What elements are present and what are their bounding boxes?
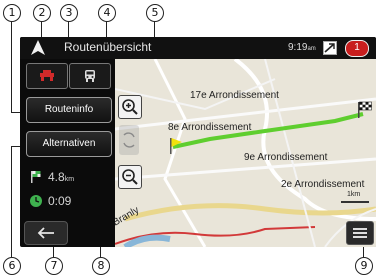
time-value: 0:09 bbox=[48, 194, 72, 208]
map-scale: 1km bbox=[341, 191, 371, 203]
tab-truck[interactable] bbox=[69, 63, 111, 89]
start-flag-icon bbox=[170, 138, 182, 154]
alternatives-button[interactable]: Alternativen bbox=[26, 131, 112, 157]
flag-icon bbox=[31, 171, 41, 183]
callout-8: 8 bbox=[92, 257, 110, 275]
callout-7: 7 bbox=[45, 257, 63, 275]
zoom-out-icon bbox=[122, 169, 138, 185]
map-rotate-handle[interactable] bbox=[119, 125, 139, 155]
car-icon bbox=[40, 70, 54, 81]
map-label-9e: 9e Arrondissement bbox=[244, 152, 328, 163]
callout-4: 4 bbox=[98, 4, 116, 22]
route-map[interactable]: 17e Arrondissement 8e Arrondissement 9e … bbox=[115, 59, 376, 247]
menu-button[interactable] bbox=[346, 221, 374, 245]
zoom-out-button[interactable] bbox=[118, 165, 142, 189]
map-scale-bar bbox=[341, 201, 369, 203]
clock: 9:19am bbox=[288, 42, 316, 53]
distance-value: 4.8km bbox=[48, 170, 74, 184]
clock-suffix: am bbox=[307, 46, 316, 52]
truck-icon bbox=[85, 70, 95, 82]
leader-line-6 bbox=[11, 146, 12, 257]
leader-line-1 bbox=[11, 21, 12, 113]
distance-unit: km bbox=[64, 176, 75, 183]
signal-status-icon bbox=[323, 41, 337, 55]
clock-time: 9:19 bbox=[288, 42, 308, 53]
callout-3: 3 bbox=[60, 4, 78, 22]
screen-title: Routenübersicht bbox=[64, 40, 152, 54]
top-bar: Routenübersicht 9:19am 1 bbox=[20, 37, 376, 59]
distance-number: 4.8 bbox=[48, 170, 65, 184]
menu-icon bbox=[353, 228, 367, 238]
destination-flag-icon bbox=[358, 101, 372, 118]
rotate-icon bbox=[123, 132, 135, 148]
back-button[interactable] bbox=[24, 221, 68, 245]
route-info-button[interactable]: Routeninfo bbox=[26, 97, 112, 123]
back-arrow-icon bbox=[37, 227, 54, 239]
notification-badge[interactable]: 1 bbox=[345, 40, 369, 57]
map-label-8e: 8e Arrondissement bbox=[168, 122, 252, 133]
zoom-in-button[interactable] bbox=[118, 95, 142, 119]
callout-1: 1 bbox=[3, 4, 21, 22]
map-scale-label: 1km bbox=[347, 191, 361, 198]
map-label-2e: 2e Arrondissement bbox=[281, 179, 365, 190]
callout-6: 6 bbox=[3, 257, 21, 275]
nav-screen: Routenübersicht 9:19am 1 Routeninfo Alte… bbox=[20, 37, 376, 247]
clock-icon bbox=[30, 195, 42, 207]
callout-9: 9 bbox=[355, 257, 373, 275]
zoom-in-icon bbox=[122, 99, 138, 115]
notification-count: 1 bbox=[354, 42, 360, 53]
map-label-17e: 17e Arrondissement bbox=[190, 90, 279, 101]
tab-car[interactable] bbox=[26, 63, 68, 89]
callout-2: 2 bbox=[33, 4, 51, 22]
navigation-arrow-icon[interactable] bbox=[29, 39, 47, 57]
callout-5: 5 bbox=[146, 4, 164, 22]
